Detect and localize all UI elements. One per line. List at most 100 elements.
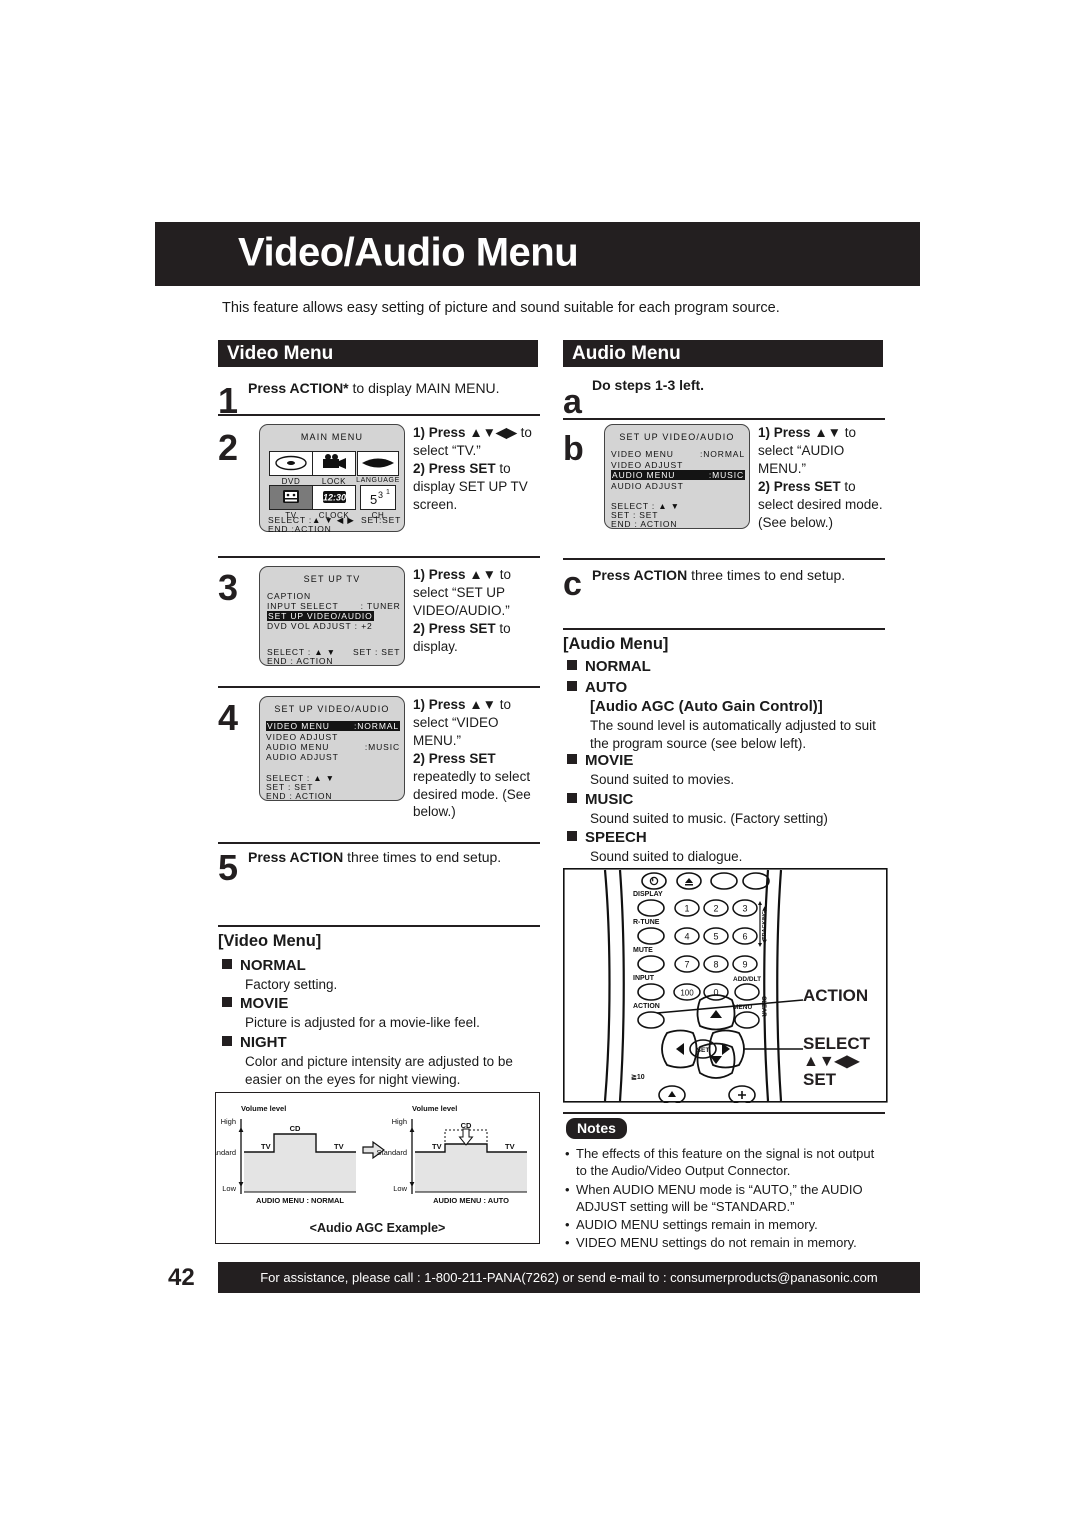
svg-text:ACTION: ACTION — [633, 1003, 660, 1010]
osd-va2-row-audio-menu: AUDIO MENU:MUSIC — [611, 470, 745, 480]
divider — [563, 418, 885, 420]
step-c-letter: c — [563, 565, 582, 603]
step-b-letter: b — [563, 430, 584, 468]
step-5-number: 5 — [218, 847, 239, 888]
audio-menu-item-normal-label: NORMAL — [585, 658, 651, 675]
osd-row-label: INPUT SELECT — [267, 601, 339, 611]
svg-text:6: 6 — [742, 932, 747, 942]
audio-menu-item-normal: NORMAL — [567, 658, 651, 675]
svg-text:Standard: Standard — [377, 1148, 407, 1157]
divider — [218, 414, 540, 416]
section-header-audio-menu-label: Audio Menu — [572, 342, 681, 364]
osd-row-value: : +2 — [351, 621, 373, 631]
svg-text:CD: CD — [461, 1121, 472, 1130]
remote-control-figure: DISPLAY R-TUNE MUTE INPUT ACTION 1 2 3 4… — [563, 868, 888, 1105]
camcorder-icon — [312, 451, 356, 476]
osd-row-label: VIDEO ADJUST — [266, 732, 339, 742]
osd-setup-tv: SET UP TV CAPTION INPUT SELECT: TUNER SE… — [259, 566, 405, 666]
osd-setup-tv-footer-set: SET : SET — [353, 647, 401, 657]
step-4-instruction-2-text: Press SET repeatedly to select desired m… — [413, 751, 531, 820]
svg-text:AUDIO MENU : AUTO: AUDIO MENU : AUTO — [433, 1196, 509, 1205]
osd-va2-row-video-adjust: VIDEO ADJUST — [611, 460, 683, 470]
osd-row-value: :MUSIC — [364, 742, 400, 752]
manual-page: Video/Audio Menu This feature allows eas… — [0, 0, 1080, 1528]
step-4-number: 4 — [218, 697, 239, 738]
divider — [218, 556, 540, 558]
audio-menu-item-speech-desc: Sound suited to dialogue. — [590, 849, 743, 864]
video-menu-item-night-label: NIGHT — [240, 1034, 287, 1051]
page-title-banner: Video/Audio Menu — [155, 222, 920, 286]
divider — [218, 686, 540, 688]
square-bullet-icon — [567, 660, 577, 670]
svg-text:4: 4 — [684, 932, 689, 942]
osd-setup-tv-row-3: SET UP VIDEO/AUDIO — [267, 611, 374, 621]
svg-text:TV: TV — [505, 1142, 515, 1151]
step-4-instruction-1: 1) Press ▲▼ to select “VIDEO MENU.” — [413, 696, 545, 749]
osd-va2-row-audio-adjust: AUDIO ADJUST — [611, 481, 684, 491]
step-2-number: 2 — [218, 427, 239, 468]
osd-va-row-video-menu: VIDEO MENU:NORMAL — [266, 721, 400, 731]
osd-setup-tv-row-1: CAPTION — [267, 591, 311, 601]
video-menu-item-movie: MOVIE — [222, 995, 288, 1012]
svg-text:5: 5 — [370, 492, 377, 507]
section-header-audio-menu: Audio Menu — [563, 340, 883, 367]
svg-text:TV: TV — [432, 1142, 442, 1151]
audio-menu-item-movie-desc: Sound suited to movies. — [590, 772, 735, 787]
remote-callout-action: ACTION — [803, 986, 869, 1005]
svg-text:SET: SET — [697, 1047, 710, 1054]
square-bullet-icon — [567, 793, 577, 803]
osd-row-value: :NORMAL — [353, 721, 399, 731]
svg-text:3: 3 — [742, 904, 747, 914]
osd-main-menu-title: MAIN MENU — [300, 432, 364, 442]
step-3-instruction-2: 2) Press SET to display. — [413, 620, 545, 656]
divider — [218, 925, 540, 927]
svg-text:0: 0 — [713, 988, 718, 998]
step-b-instruction-2-num: 2) — [758, 479, 771, 494]
osd-va2-row-video-menu: VIDEO MENU:NORMAL — [611, 449, 745, 459]
audio-agc-example-caption: <Audio AGC Example> — [309, 1221, 446, 1235]
step-b-instruction-1-text: Press ▲▼ to select “AUDIO MENU.” — [758, 425, 857, 476]
step-3-instruction-1-num: 1) — [413, 567, 426, 582]
osd-cell-language: LANGUAGE — [354, 451, 402, 484]
svg-text:CLEAR: CLEAR — [760, 996, 766, 1017]
video-menu-item-movie-desc: Picture is adjusted for a movie-like fee… — [245, 1015, 480, 1030]
svg-text:Low: Low — [393, 1184, 407, 1193]
step-3-instruction-1: 1) Press ▲▼ to select “SET UP VIDEO/AUDI… — [413, 566, 545, 619]
svg-text:DISPLAY: DISPLAY — [633, 891, 663, 898]
svg-text:Volume level: Volume level — [241, 1104, 286, 1113]
step-2-instruction-1: 1) Press ▲▼◀▶ to select “TV.” — [413, 424, 545, 460]
disc-icon — [269, 451, 313, 476]
step-c-text: Press ACTION three times to end setup. — [592, 567, 846, 583]
step-2-instruction-2-num: 2) — [413, 461, 426, 476]
osd-row-label: AUDIO MENU — [266, 742, 330, 752]
osd-main-menu: MAIN MENU DVD LOCK LANGUAGE TV 12:30 CLO… — [259, 424, 405, 534]
step-b-instruction-2-text: Press SET to select desired mode. (See b… — [758, 479, 883, 530]
svg-text:1: 1 — [684, 904, 689, 914]
step-4-instruction-1-text: Press ▲▼ to select “VIDEO MENU.” — [413, 697, 512, 748]
audio-menu-list-title: [Audio Menu] — [563, 635, 669, 653]
footer-assistance-bar: For assistance, please call : 1-800-211-… — [218, 1262, 920, 1293]
osd-main-menu-footer-set: SET:SET — [361, 515, 402, 525]
step-a-letter: a — [563, 383, 582, 421]
svg-text:TV: TV — [334, 1142, 344, 1151]
step-3-number: 3 — [218, 567, 239, 608]
square-bullet-icon — [567, 681, 577, 691]
osd-row-label: VIDEO ADJUST — [611, 460, 684, 470]
step-b-instruction-1: 1) Press ▲▼ to select “AUDIO MENU.” — [758, 424, 890, 477]
osd-va-footer-end: END : ACTION — [266, 791, 333, 801]
video-menu-item-movie-label: MOVIE — [240, 995, 289, 1012]
osd-row-label: AUDIO ADJUST — [266, 752, 339, 762]
osd-va-row-video-adjust: VIDEO ADJUST — [266, 732, 338, 742]
svg-text:R-TUNE: R-TUNE — [633, 919, 660, 926]
step-2-instruction-2-text: Press SET to display SET UP TV screen. — [413, 461, 528, 512]
audio-menu-item-music-label: MUSIC — [585, 791, 634, 808]
divider — [563, 1112, 885, 1114]
osd-setup-va-audio: SET UP VIDEO/AUDIO VIDEO MENU:NORMAL VID… — [604, 424, 750, 529]
svg-text:INPUT: INPUT — [633, 975, 655, 982]
osd-cell-dvd: DVD — [268, 451, 314, 486]
clock-icon: 12:30 — [312, 485, 356, 510]
audio-menu-item-movie: MOVIE — [567, 752, 633, 769]
page-number: 42 — [168, 1264, 195, 1291]
step-a-text: Do steps 1-3 left. — [592, 377, 705, 393]
note-item: AUDIO MENU settings remain in memory. — [563, 1216, 888, 1234]
